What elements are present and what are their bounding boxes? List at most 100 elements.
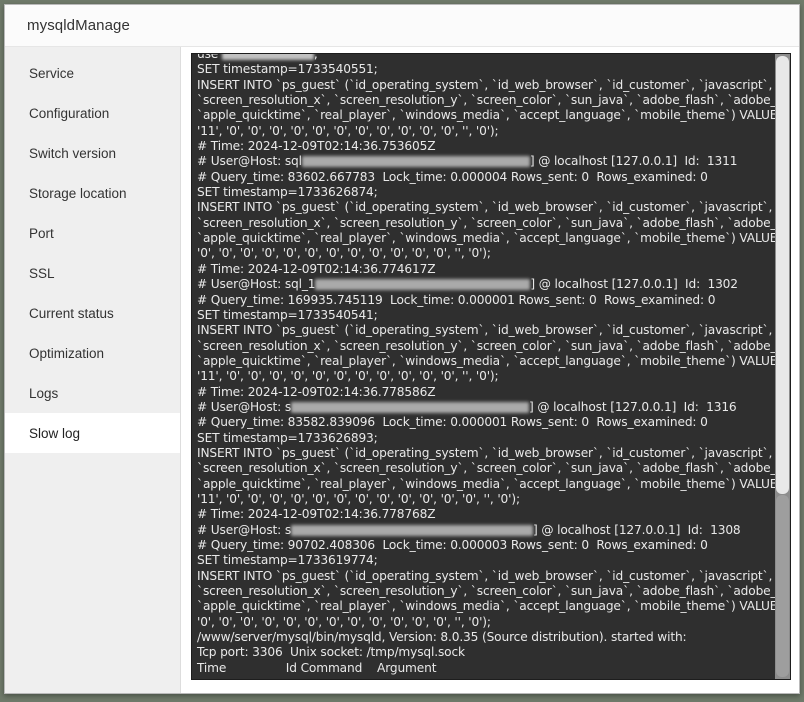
sidebar-item-ssl[interactable]: SSL (5, 253, 180, 293)
log-line-text: `screen_resolution_x`, `screen_resolutio… (197, 215, 791, 230)
sidebar-item-current-status[interactable]: Current status (5, 293, 180, 333)
redacted-text-block (291, 524, 534, 536)
log-line-text: '11', '0', '0', '0', '0', '0', '0', '0',… (197, 123, 499, 138)
log-line: use ; (197, 53, 770, 62)
log-line: `apple_quicktime`, `real_player`, `windo… (197, 108, 790, 123)
sidebar-item-label: Switch version (29, 145, 117, 161)
sidebar-item-service[interactable]: Service (5, 53, 180, 93)
log-line: # Time: 2024-12-09T02:14:36.753605Z (197, 139, 770, 154)
log-line-text: `apple_quicktime`, `real_player`, `windo… (197, 108, 791, 123)
log-line-suffix: ] @ localhost [127.0.0.1] Id: 1316 (529, 399, 737, 414)
log-line-text: INSERT INTO `ps_guest` (`id_operating_sy… (197, 568, 773, 583)
log-line: INSERT INTO `ps_guest` (`id_operating_sy… (197, 323, 773, 338)
log-line: # Time: 2024-12-09T02:14:36.778586Z (197, 385, 770, 400)
log-line: `screen_resolution_x`, `screen_resolutio… (197, 584, 790, 599)
log-line-text: # User@Host: s (197, 522, 292, 537)
sidebar-nav: Service Configuration Switch version Storag… (5, 47, 181, 693)
log-line-text: SET timestamp=1733540541; (197, 307, 378, 322)
log-line: INSERT INTO `ps_guest` (`id_operating_sy… (197, 200, 773, 215)
log-line-text: # Time: 2024-12-09T02:14:36.778586Z (197, 384, 436, 399)
log-line-text: # Query_time: 83602.667783 Lock_time: 0.… (197, 169, 708, 184)
log-line: # User@Host: s ] @ localhost [127.0.0.1] … (197, 523, 770, 538)
log-line: INSERT INTO `ps_guest` (`id_operating_sy… (197, 77, 773, 93)
log-scrollbar-track[interactable] (776, 494, 789, 677)
sidebar-item-label: SSL (29, 265, 55, 281)
window-body: Service Configuration Switch version Storag… (5, 47, 799, 693)
log-line: INSERT INTO `ps_guest` (`id_operating_sy… (197, 568, 773, 584)
log-line-text: SET timestamp=1733626874; (197, 185, 378, 200)
log-line-text: Tcp port: 3306 Unix socket: /tmp/mysql.s… (197, 645, 465, 660)
log-line: /www/server/mysql/bin/mysqld, Version: 8… (197, 630, 770, 645)
log-line: `apple_quicktime`, `real_player`, `windo… (197, 231, 790, 246)
log-line-text: INSERT INTO `ps_guest` (`id_operating_sy… (197, 77, 773, 92)
log-line-text: # Time: 2024-12-09T02:14:36.753605Z (197, 139, 436, 154)
slow-log-viewer[interactable]: use ; SET timestamp=1733540551; INSERT INT… (191, 53, 791, 680)
log-line-text: /www/server/mysql/bin/mysqld, Version: 8… (197, 630, 687, 645)
sidebar-item-label: Logs (29, 385, 59, 401)
log-line: # User@Host: sql_1 ] @ localhost [127.0.0… (197, 277, 770, 292)
main-content: use ; SET timestamp=1733540551; INSERT INT… (181, 47, 799, 693)
log-line-text: # Query_time: 90702.408306 Lock_time: 0.… (197, 538, 708, 552)
redacted-text-block (221, 54, 314, 60)
log-line: `apple_quicktime`, `real_player`, `windo… (197, 477, 790, 492)
sidebar-item-label: Service (29, 65, 75, 81)
log-line-text: INSERT INTO `ps_guest` (`id_operating_sy… (197, 445, 773, 460)
sidebar-item-label: Optimization (29, 345, 105, 361)
log-line-suffix: ] @ localhost [127.0.0.1] Id: 1308 (533, 522, 741, 537)
log-line: SET timestamp=1733540551; (197, 62, 770, 77)
log-line: '11', '0', '0', '0', '0', '0', '0', '0',… (197, 124, 770, 139)
log-line-text: INSERT INTO `ps_guest` (`id_operating_sy… (197, 323, 773, 338)
log-line: `screen_resolution_x`, `screen_resolutio… (197, 461, 790, 476)
log-line: `apple_quicktime`, `real_player`, `windo… (197, 599, 790, 614)
sidebar-item-label: Storage location (29, 185, 127, 201)
log-line-text: '0', '0', '0', '0', '0', '0', '0', '0', … (197, 246, 491, 261)
log-line: # Time: 2024-12-09T02:14:36.774617Z (197, 262, 770, 277)
sidebar-item-port[interactable]: Port (5, 213, 180, 253)
log-line: `screen_resolution_x`, `screen_resolutio… (197, 93, 790, 108)
log-line-text: Time Id Command Argument (197, 660, 437, 675)
log-line-text: # Time: 2024-12-09T02:14:36.778768Z (197, 507, 436, 522)
sidebar-item-configuration[interactable]: Configuration (5, 93, 180, 133)
log-line: # User@Host: s ] @ localhost [127.0.0.1] … (197, 400, 770, 415)
log-line-text: SET timestamp=1733626893; (197, 430, 378, 445)
log-line: # Query_time: 90702.408306 Lock_time: 0.… (197, 538, 770, 553)
log-line-text: `screen_resolution_x`, `screen_resolutio… (197, 461, 791, 476)
log-line-text: `apple_quicktime`, `real_player`, `windo… (197, 353, 791, 368)
log-line: SET timestamp=1733619774; (197, 553, 770, 568)
slow-log-text: use ; SET timestamp=1733540551; INSERT INT… (197, 53, 790, 676)
log-line-text: SET timestamp=1733619774; (197, 553, 378, 568)
log-line-suffix: ] @ localhost [127.0.0.1] Id: 1311 (529, 154, 738, 169)
log-line-text: # Query_time: 169935.745119 Lock_time: 0… (197, 292, 716, 307)
sidebar-item-logs[interactable]: Logs (5, 373, 180, 413)
window-titlebar: mysqldManage (5, 5, 799, 47)
sidebar-item-storage-location[interactable]: Storage location (5, 173, 180, 213)
log-line-text: SET timestamp=1733540551; (197, 62, 378, 77)
log-line-text: '11', '0', '0', '0', '0', '0', '0', '0',… (197, 369, 499, 384)
log-line-text: `screen_resolution_x`, `screen_resolutio… (197, 338, 791, 353)
log-line-text: '11', '0', '0', '0', '0', '0', '0', '0',… (197, 491, 520, 506)
log-scrollbar-thumb[interactable] (776, 56, 789, 494)
sidebar-item-slow-log[interactable]: Slow log (5, 413, 180, 453)
sidebar-item-label: Port (29, 225, 54, 241)
sidebar-item-switch-version[interactable]: Switch version (5, 133, 180, 173)
log-line-text: # User@Host: sql_1 (197, 277, 316, 292)
log-line-text: `screen_resolution_x`, `screen_resolutio… (197, 93, 791, 108)
redacted-text-block (291, 401, 530, 413)
sidebar-item-optimization[interactable]: Optimization (5, 333, 180, 373)
log-line-suffix: ; (313, 53, 318, 61)
log-line-suffix: ] @ localhost [127.0.0.1] Id: 1302 (530, 277, 738, 292)
sidebar-item-label: Slow log (29, 425, 81, 441)
log-line: `screen_resolution_x`, `screen_resolutio… (197, 339, 790, 354)
log-line: SET timestamp=1733626893; (197, 431, 770, 446)
log-line-text: INSERT INTO `ps_guest` (`id_operating_sy… (197, 200, 773, 215)
log-line: '11', '0', '0', '0', '0', '0', '0', '0',… (197, 492, 770, 507)
log-line: Time Id Command Argument (197, 661, 770, 676)
log-scrollbar[interactable] (775, 54, 790, 679)
log-line: '11', '0', '0', '0', '0', '0', '0', '0',… (197, 369, 770, 384)
log-line-text: `apple_quicktime`, `real_player`, `windo… (197, 231, 791, 246)
log-line: # Query_time: 169935.745119 Lock_time: 0… (197, 293, 770, 308)
redacted-text-block (301, 156, 530, 168)
log-line: SET timestamp=1733626874; (197, 185, 770, 200)
log-line-text: # Time: 2024-12-09T02:14:36.774617Z (197, 261, 436, 276)
log-line-text: # User@Host: s (197, 399, 292, 414)
